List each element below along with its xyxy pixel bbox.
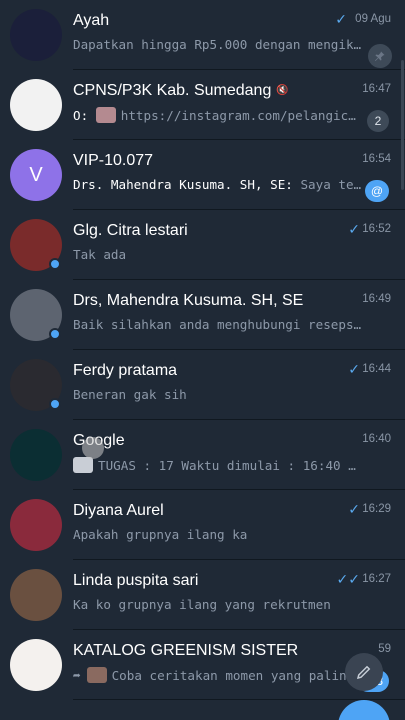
check-icon: ✓ [348, 361, 360, 377]
double-check-icon: ✓✓ [336, 571, 360, 587]
preview-text: Ka ko grupnya ilang yang rekrutmen [73, 597, 331, 612]
check-icon: ✓ [348, 501, 360, 517]
avatar[interactable] [10, 429, 62, 481]
chat-time: 16:52 [362, 223, 391, 235]
chat-preview: Beneran gak sih [73, 387, 363, 402]
chat-row[interactable]: Diyana Aurel ✓ 16:29 Apakah grupnya ilang k… [0, 490, 405, 560]
online-indicator [49, 258, 61, 270]
chat-time: 16:54 [362, 153, 391, 165]
pencil-icon [356, 665, 371, 680]
avatar[interactable] [10, 499, 62, 551]
chat-time: 16:49 [362, 293, 391, 305]
chat-name: KATALOG GREENISM SISTER [73, 642, 299, 659]
chat-row[interactable]: Ayah ✓ 09 Agu Dapatkan hingga Rp5.000 denga… [0, 0, 405, 70]
chat-row[interactable]: V VIP-10.077 16:54 Drs. Mahendra Kusuma. SH… [0, 140, 405, 210]
chat-preview: Apakah grupnya ilang ka [73, 527, 363, 542]
chat-time: 09 Agu [355, 13, 391, 25]
preview-text: TUGAS : 17 Waktu dimulai : 16:40 dan Wak… [98, 458, 363, 473]
pin-icon [368, 44, 392, 68]
chat-row[interactable]: Glg. Citra lestari ✓ 16:52 Tak ada [0, 210, 405, 280]
preview-text: Saya telah... [300, 177, 363, 192]
scrollbar[interactable] [401, 60, 404, 190]
chat-time: 59 [378, 643, 391, 655]
chat-name: Ayah [73, 12, 110, 29]
check-icon: ✓ [348, 221, 360, 237]
chat-preview: O: https://instagram.com/pelangicpnsin..… [73, 107, 363, 123]
chat-preview: ➦ Coba ceritakan momen yang palin... [73, 667, 363, 683]
preview-text: https://instagram.com/pelangicpnsin... [120, 108, 363, 123]
chat-name: Ferdy pratama [73, 362, 178, 379]
forward-icon: ➦ [73, 668, 81, 683]
media-thumbnail [86, 667, 107, 683]
chat-time: 16:29 [362, 503, 391, 515]
chat-preview: Drs. Mahendra Kusuma. SH, SE: Saya telah… [73, 177, 363, 192]
chat-preview: TUGAS : 17 Waktu dimulai : 16:40 dan Wak… [73, 457, 363, 473]
chat-time: 16:47 [362, 83, 391, 95]
chat-time: 16:44 [362, 363, 391, 375]
edit-button[interactable] [345, 653, 383, 691]
chat-time: 16:27 [362, 573, 391, 585]
preview-text: Baik silahkan anda menghubungi resepsion… [73, 317, 363, 332]
online-indicator [49, 328, 61, 340]
chat-name: CPNS/P3K Kab. Sumedang [73, 82, 272, 99]
chat-preview: Tak ada [73, 247, 363, 262]
chat-name: Glg. Citra lestari [73, 222, 188, 239]
avatar[interactable] [10, 9, 62, 61]
chat-name: VIP-10.077 [73, 152, 154, 169]
avatar[interactable] [10, 639, 62, 691]
chat-time: 16:40 [362, 433, 391, 445]
divider [73, 699, 405, 700]
media-thumbnail [95, 107, 116, 123]
chat-row[interactable]: CPNS/P3K Kab. Sumedang 🔇 16:47 O: https://i… [0, 70, 405, 140]
chat-row[interactable]: Google16:40TUGAS : 17 Waktu dimulai : 16… [0, 420, 405, 490]
mention-badge: @ [364, 180, 389, 202]
muted-icon: 🔇 [276, 85, 289, 96]
preview-text: Dapatkan hingga Rp5.000 dengan mengik... [73, 37, 363, 52]
chat-preview: Ka ko grupnya ilang yang rekrutmen [73, 597, 363, 612]
chat-name: Diyana Aurel [73, 502, 164, 519]
chat-sender: O: [73, 108, 96, 123]
check-icon: ✓ [335, 11, 347, 27]
preview-text: Coba ceritakan momen yang palin... [111, 668, 363, 683]
chat-row[interactable]: Drs, Mahendra Kusuma. SH, SE 16:49 Baik si… [0, 280, 405, 350]
chat-row[interactable]: Linda puspita sari ✓✓ 16:27 Ka ko grupnya i… [0, 560, 405, 630]
chat-row[interactable]: KATALOG GREENISM SISTER 59 ➦ Coba ceritakan… [0, 630, 405, 700]
chat-name: Linda puspita sari [73, 572, 199, 589]
chat-preview: Dapatkan hingga Rp5.000 dengan mengik... [73, 37, 363, 52]
new-message-button[interactable] [338, 700, 390, 720]
chat-sender: Drs. Mahendra Kusuma. SH, SE: [73, 177, 301, 192]
avatar[interactable] [10, 79, 62, 131]
preview-text: Tak ada [73, 247, 127, 262]
preview-text: Apakah grupnya ilang ka [73, 527, 248, 542]
chat-row[interactable]: Ferdy pratama ✓ 16:44 Beneran gak sih [0, 350, 405, 420]
chat-name: Drs, Mahendra Kusuma. SH, SE [73, 292, 304, 309]
touch-indicator [82, 437, 104, 459]
media-thumbnail [73, 457, 93, 473]
online-indicator [49, 398, 61, 410]
avatar[interactable] [10, 569, 62, 621]
unread-badge: 2 [367, 110, 389, 132]
avatar[interactable]: V [10, 149, 62, 201]
chat-preview: Baik silahkan anda menghubungi resepsion… [73, 317, 363, 332]
avatar-letter: V [29, 163, 43, 186]
preview-text: Beneran gak sih [73, 387, 187, 402]
